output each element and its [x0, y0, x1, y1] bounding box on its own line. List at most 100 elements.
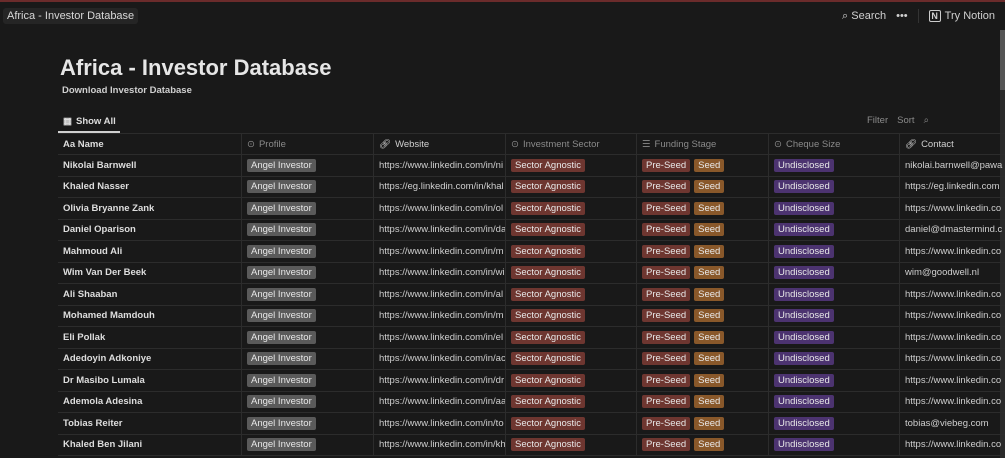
website-link[interactable]: https://www.linkedin.com/in/da [379, 224, 505, 235]
website-link[interactable]: https://www.linkedin.com/in/m [379, 246, 504, 257]
contact-link[interactable]: nikolai.barnwell@pawa [905, 160, 1002, 171]
cheque-size-cell[interactable]: Undisclosed [769, 413, 900, 434]
cheque-size-cell[interactable]: Undisclosed [769, 176, 900, 197]
funding-stage-cell[interactable]: Pre-Seed Seed [637, 284, 769, 305]
contact-cell[interactable]: https://eg.linkedin.com [900, 177, 1005, 198]
table-row[interactable]: Khaled Ben Jilani Angel Investor https:/… [58, 434, 1005, 456]
cheque-size-cell[interactable]: Undisclosed [769, 198, 900, 219]
sector-cell[interactable]: Sector Agnostic [506, 434, 637, 455]
table-row[interactable]: Khaled Nasser Angel Investor https://eg.… [58, 176, 1005, 198]
website-cell[interactable]: https://www.linkedin.com/in/kh [374, 434, 506, 455]
funding-stage-cell[interactable]: Pre-Seed Seed [637, 434, 769, 455]
contact-cell[interactable]: https://www.linkedin.co [900, 435, 1005, 456]
column-header[interactable]: Aa Name [58, 134, 242, 154]
funding-stage-cell[interactable]: Pre-Seed Seed [637, 305, 769, 326]
website-cell[interactable]: https://www.linkedin.com/in/ni [374, 155, 506, 176]
column-header[interactable]: 🔗︎ Website [374, 134, 506, 154]
search-button[interactable]: ⌕ Search [842, 10, 886, 23]
column-header[interactable]: 🔗︎ Contact [900, 134, 1005, 154]
funding-stage-cell[interactable]: Pre-Seed Seed [637, 370, 769, 391]
cheque-size-cell[interactable]: Undisclosed [769, 370, 900, 391]
website-cell[interactable]: https://www.linkedin.com/in/el [374, 327, 506, 348]
website-cell[interactable]: https://www.linkedin.com/in/dr [374, 370, 506, 391]
profile-cell[interactable]: Angel Investor [242, 241, 374, 262]
name-cell[interactable]: Khaled Ben Jilani [58, 434, 242, 455]
profile-cell[interactable]: Angel Investor [242, 284, 374, 305]
name-cell[interactable]: Olivia Bryanne Zank [58, 198, 242, 219]
sector-cell[interactable]: Sector Agnostic [506, 176, 637, 197]
funding-stage-cell[interactable]: Pre-Seed Seed [637, 348, 769, 369]
website-cell[interactable]: https://www.linkedin.com/in/ac [374, 348, 506, 369]
website-link[interactable]: https://www.linkedin.com/in/m [379, 310, 504, 321]
cheque-size-cell[interactable]: Undisclosed [769, 391, 900, 412]
scrollbar-thumb[interactable] [1000, 30, 1005, 90]
table-row[interactable]: Daniel Oparison Angel Investor https://w… [58, 219, 1005, 241]
funding-stage-cell[interactable]: Pre-Seed Seed [637, 327, 769, 348]
more-button[interactable]: ••• [896, 10, 908, 22]
table-row[interactable]: Mohamed Mamdouh Angel Investor https://w… [58, 305, 1005, 327]
profile-cell[interactable]: Angel Investor [242, 155, 374, 176]
table-row[interactable]: Olivia Bryanne Zank Angel Investor https… [58, 198, 1005, 220]
cheque-size-cell[interactable]: Undisclosed [769, 348, 900, 369]
table-row[interactable]: Ademola Adesina Angel Investor https://w… [58, 391, 1005, 413]
breadcrumb[interactable]: Africa - Investor Database [3, 8, 139, 24]
contact-link[interactable]: https://www.linkedin.co [905, 375, 1001, 386]
contact-link[interactable]: https://www.linkedin.co [905, 396, 1001, 407]
contact-link[interactable]: daniel@dmastermind.c [905, 224, 1002, 235]
website-link[interactable]: https://www.linkedin.com/in/al [379, 289, 503, 300]
funding-stage-cell[interactable]: Pre-Seed Seed [637, 155, 769, 176]
contact-cell[interactable]: https://www.linkedin.co [900, 327, 1005, 348]
website-link[interactable]: https://www.linkedin.com/in/wi [379, 267, 505, 278]
profile-cell[interactable]: Angel Investor [242, 262, 374, 283]
website-link[interactable]: https://www.linkedin.com/in/ol [379, 203, 503, 214]
contact-cell[interactable]: https://www.linkedin.co [900, 198, 1005, 219]
column-header[interactable]: ☰ Funding Stage [637, 134, 769, 154]
profile-cell[interactable]: Angel Investor [242, 305, 374, 326]
website-cell[interactable]: https://www.linkedin.com/in/ol [374, 198, 506, 219]
sector-cell[interactable]: Sector Agnostic [506, 219, 637, 240]
contact-cell[interactable]: wim@goodwell.nl [900, 263, 1005, 284]
profile-cell[interactable]: Angel Investor [242, 434, 374, 455]
website-link[interactable]: https://www.linkedin.com/in/el [379, 332, 503, 343]
table-row[interactable]: Adedoyin Adkoniye Angel Investor https:/… [58, 348, 1005, 370]
cheque-size-cell[interactable]: Undisclosed [769, 262, 900, 283]
cheque-size-cell[interactable]: Undisclosed [769, 327, 900, 348]
contact-link[interactable]: https://www.linkedin.co [905, 439, 1001, 450]
cheque-size-cell[interactable]: Undisclosed [769, 241, 900, 262]
sector-cell[interactable]: Sector Agnostic [506, 305, 637, 326]
website-link[interactable]: https://www.linkedin.com/in/to [379, 418, 504, 429]
contact-link[interactable]: https://www.linkedin.co [905, 353, 1001, 364]
contact-cell[interactable]: https://www.linkedin.co [900, 370, 1005, 391]
contact-link[interactable]: tobias@viebeg.com [905, 418, 989, 429]
website-cell[interactable]: https://www.linkedin.com/in/al [374, 284, 506, 305]
website-cell[interactable]: https://www.linkedin.com/in/da [374, 219, 506, 240]
contact-link[interactable]: https://www.linkedin.co [905, 203, 1001, 214]
sector-cell[interactable]: Sector Agnostic [506, 413, 637, 434]
name-cell[interactable]: Daniel Oparison [58, 219, 242, 240]
name-cell[interactable]: Tobias Reiter [58, 413, 242, 434]
try-notion-button[interactable]: N Try Notion [928, 10, 995, 22]
contact-cell[interactable]: nikolai.barnwell@pawa [900, 155, 1005, 176]
column-header[interactable]: ⊙ Investment Sector [506, 134, 637, 154]
profile-cell[interactable]: Angel Investor [242, 391, 374, 412]
contact-cell[interactable]: https://www.linkedin.co [900, 306, 1005, 327]
cheque-size-cell[interactable]: Undisclosed [769, 219, 900, 240]
sector-cell[interactable]: Sector Agnostic [506, 348, 637, 369]
contact-link[interactable]: wim@goodwell.nl [905, 267, 979, 278]
sector-cell[interactable]: Sector Agnostic [506, 241, 637, 262]
funding-stage-cell[interactable]: Pre-Seed Seed [637, 413, 769, 434]
contact-cell[interactable]: https://www.linkedin.co [900, 349, 1005, 370]
sort-button[interactable]: Sort [897, 115, 914, 126]
funding-stage-cell[interactable]: Pre-Seed Seed [637, 391, 769, 412]
contact-link[interactable]: https://www.linkedin.co [905, 310, 1001, 321]
profile-cell[interactable]: Angel Investor [242, 219, 374, 240]
profile-cell[interactable]: Angel Investor [242, 413, 374, 434]
cheque-size-cell[interactable]: Undisclosed [769, 305, 900, 326]
search-icon[interactable]: ⌕ [924, 115, 929, 126]
name-cell[interactable]: Eli Pollak [58, 327, 242, 348]
name-cell[interactable]: Nikolai Barnwell [58, 155, 242, 176]
column-header[interactable]: ⊙ Cheque Size [769, 134, 900, 154]
name-cell[interactable]: Ali Shaaban [58, 284, 242, 305]
profile-cell[interactable]: Angel Investor [242, 327, 374, 348]
contact-cell[interactable]: https://www.linkedin.co [900, 284, 1005, 305]
